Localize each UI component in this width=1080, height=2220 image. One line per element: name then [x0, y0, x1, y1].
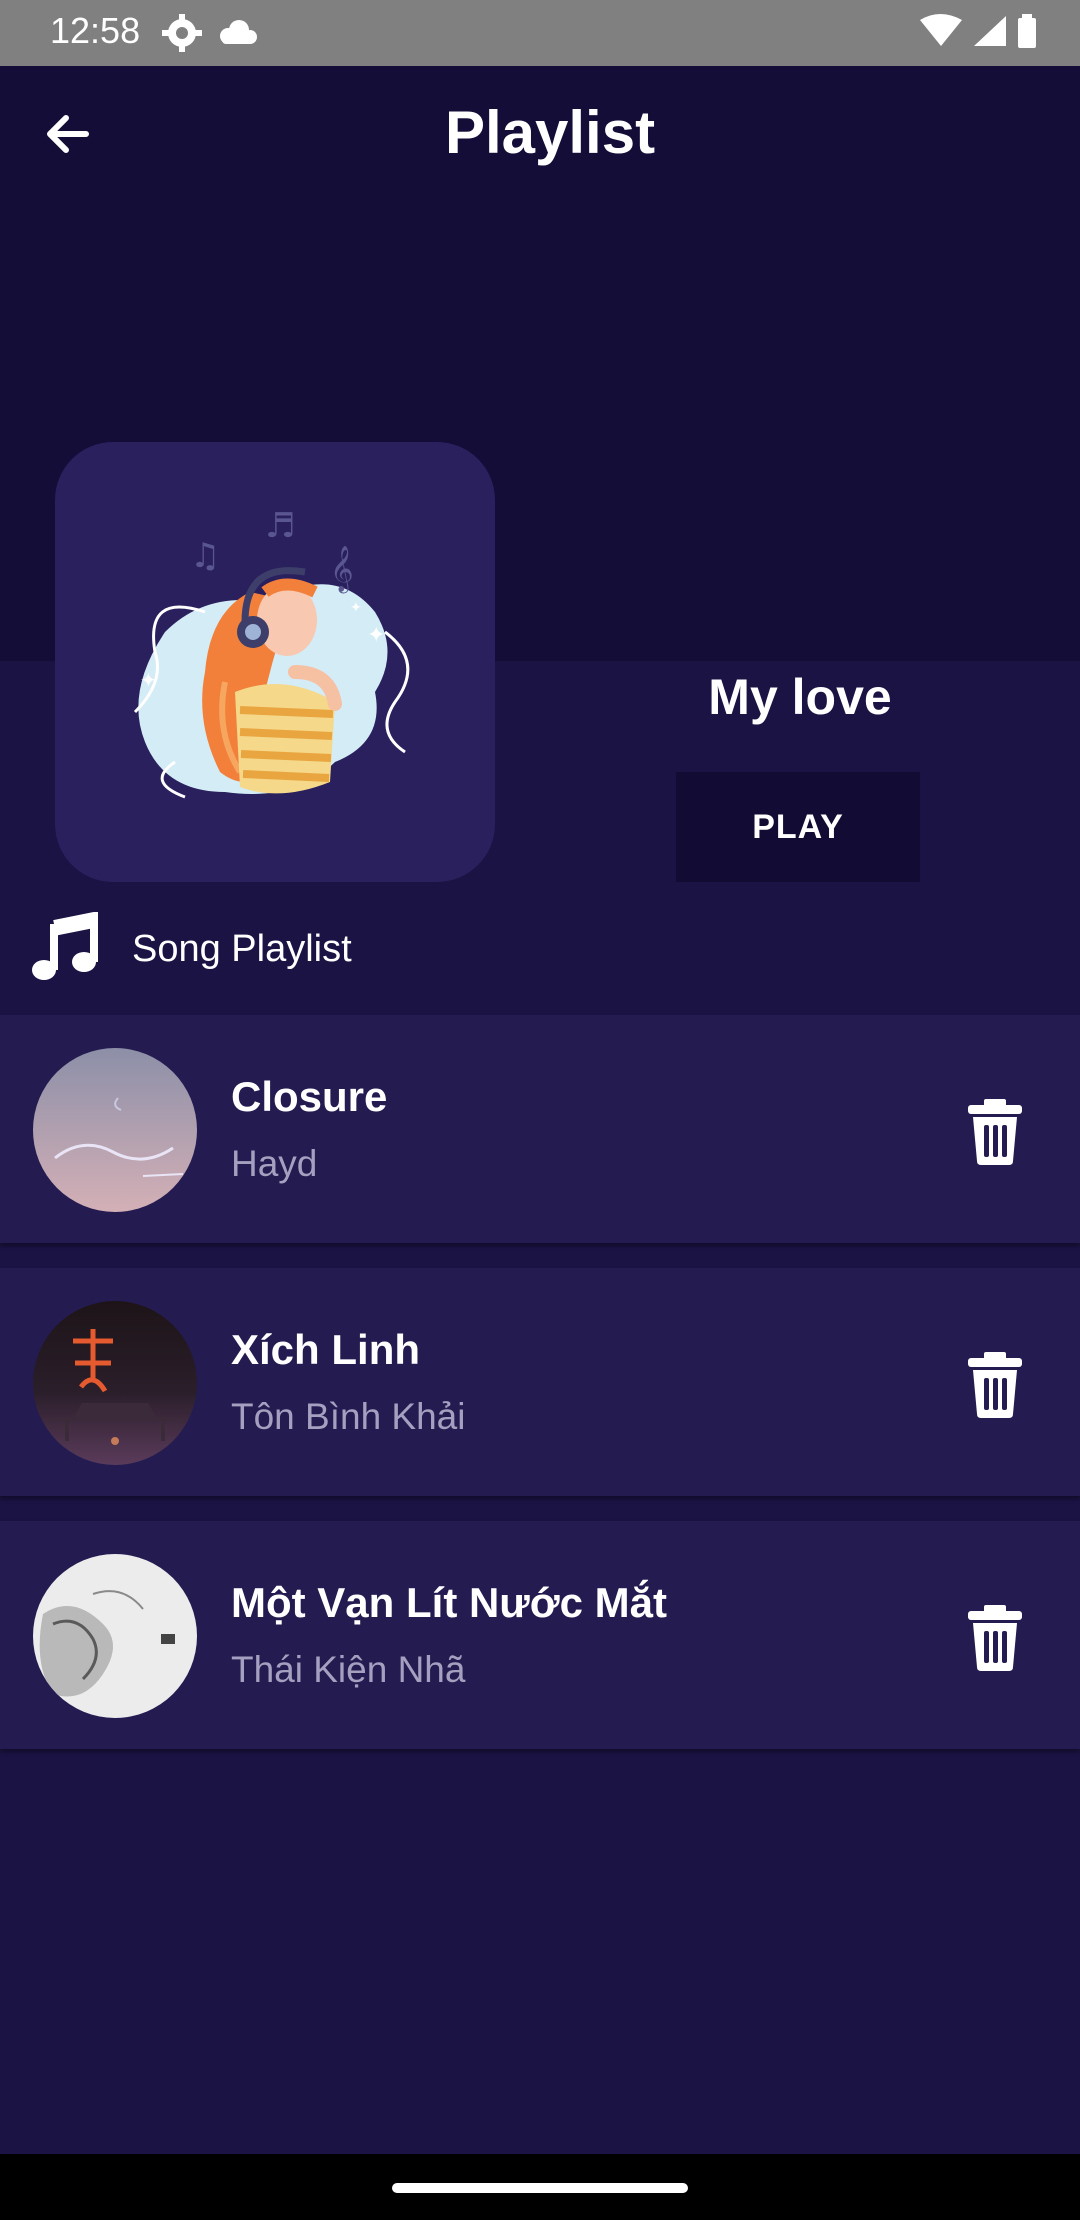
playlist-name: My love — [708, 669, 892, 725]
song-row[interactable]: Một Vạn Lít Nước Mắt Thái Kiện Nhã — [0, 1521, 1080, 1749]
status-bar: 12:58 — [0, 0, 1080, 66]
song-row[interactable]: Xích Linh Tôn Bình Khải — [0, 1268, 1080, 1496]
delete-button[interactable] — [960, 1603, 1030, 1673]
signal-icon — [974, 16, 1006, 46]
status-left-icons — [160, 12, 270, 59]
song-playlist-header: Song Playlist — [30, 912, 630, 982]
song-title: Closure — [231, 1073, 388, 1120]
svg-text:✦: ✦ — [367, 623, 385, 648]
page-title: Playlist — [444, 99, 656, 166]
svg-text:✦: ✦ — [140, 668, 157, 692]
wifi-icon — [920, 14, 962, 46]
home-indicator[interactable] — [392, 2183, 688, 2193]
song-artist: Hayd — [231, 1143, 318, 1184]
woman-headphones-illustration: ♫ ♬ 𝄞 ✦ ✦ ✦ — [133, 506, 410, 799]
svg-text:♬: ♬ — [265, 506, 295, 546]
trash-icon — [968, 1605, 1022, 1671]
song-artist: Tôn Bình Khải — [231, 1396, 466, 1437]
album-art-closure — [33, 1048, 197, 1212]
svg-text:𝄞: 𝄞 — [330, 546, 354, 594]
delete-button[interactable] — [960, 1350, 1030, 1420]
status-time: 12:58 — [50, 10, 141, 51]
status-right-icons — [918, 12, 1048, 59]
song-row[interactable]: Closure Hayd — [0, 1015, 1080, 1243]
album-art-mot-van-lit-nuoc-mat — [33, 1554, 197, 1718]
cloud-icon — [220, 20, 257, 44]
song-title: Một Vạn Lít Nước Mắt — [231, 1579, 667, 1626]
section-label: Song Playlist — [132, 928, 352, 970]
trash-icon — [968, 1099, 1022, 1165]
svg-text:♫: ♫ — [190, 536, 220, 576]
trash-icon — [968, 1352, 1022, 1418]
svg-text:✦: ✦ — [350, 600, 362, 616]
album-art-xich-linh — [33, 1301, 197, 1465]
delete-button[interactable] — [960, 1097, 1030, 1167]
song-title: Xích Linh — [231, 1326, 420, 1373]
song-artist: Thái Kiện Nhã — [231, 1649, 466, 1690]
battery-icon — [1018, 14, 1036, 48]
play-button[interactable]: PLAY — [676, 772, 920, 882]
playlist-cover: ♫ ♬ 𝄞 ✦ ✦ ✦ — [55, 442, 495, 882]
music-note-icon — [32, 912, 98, 980]
settings-icon — [162, 14, 202, 52]
